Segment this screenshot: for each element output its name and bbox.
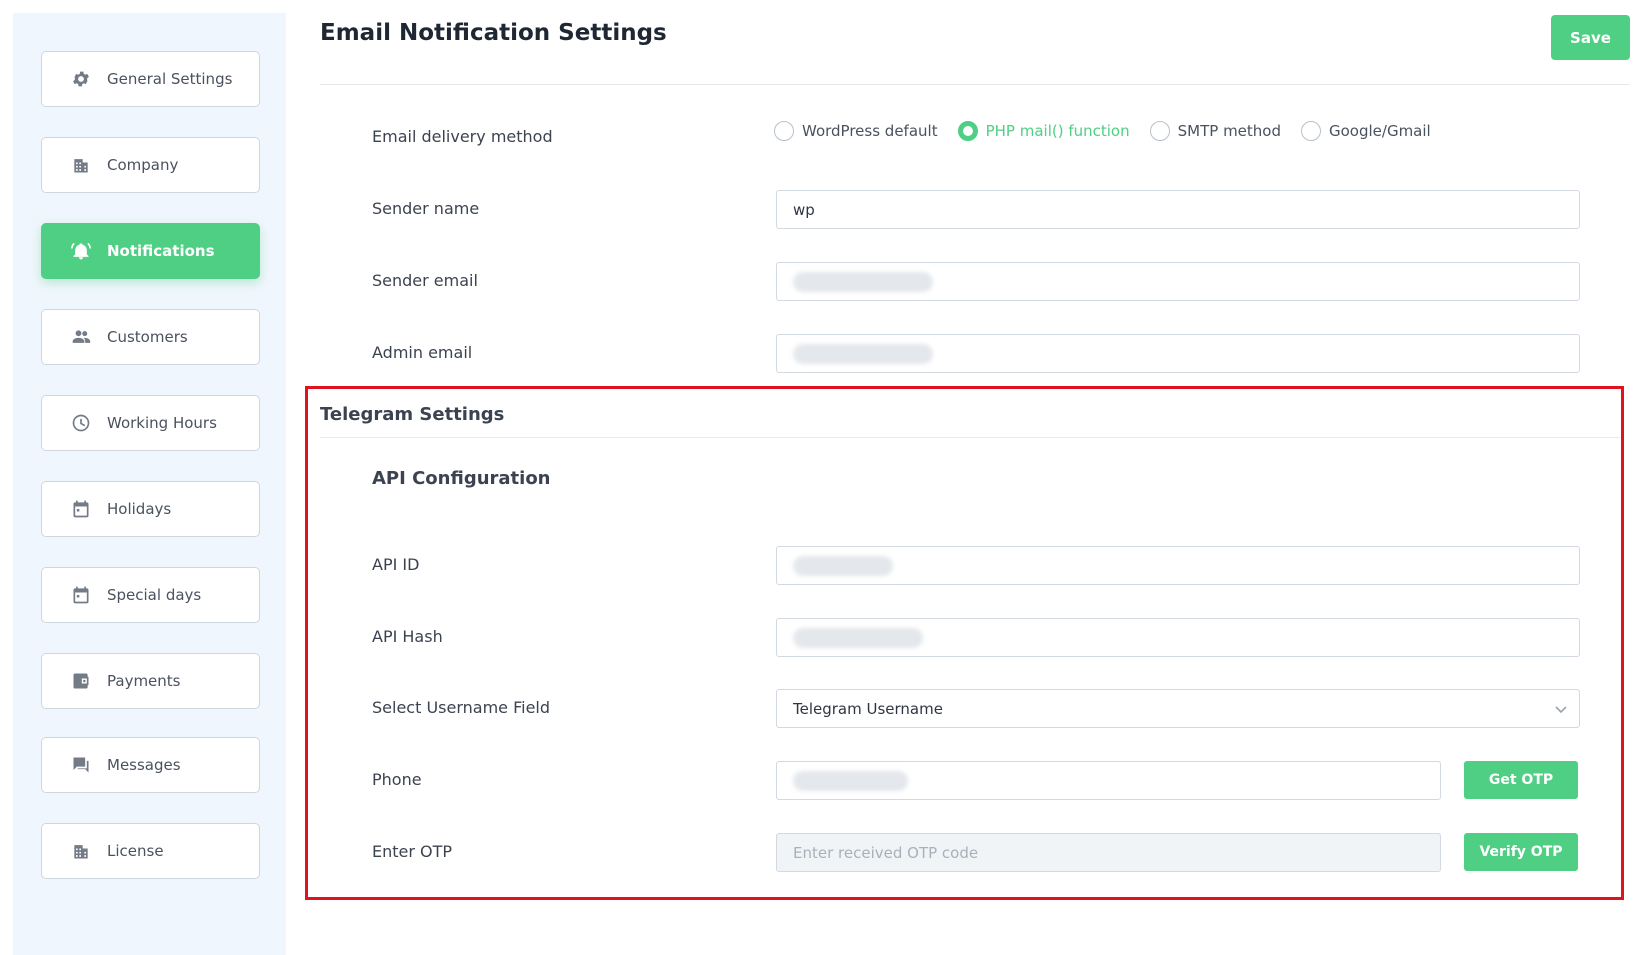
redacted-value <box>793 555 893 576</box>
sidebar-item-label: Special days <box>107 586 202 604</box>
redacted-value <box>793 271 933 292</box>
otp-label: Enter OTP <box>372 842 453 861</box>
sidebar-item-company[interactable]: Company <box>41 137 260 193</box>
sidebar-item-license[interactable]: License <box>41 823 260 879</box>
username-field-select[interactable]: Telegram Username <box>776 689 1580 728</box>
calendar-icon <box>70 584 92 606</box>
sidebar-item-messages[interactable]: Messages <box>41 737 260 793</box>
radio-smtp-method[interactable]: SMTP method <box>1149 121 1281 141</box>
sidebar-item-label: Company <box>107 156 179 174</box>
redacted-value <box>793 770 908 791</box>
telegram-divider <box>320 437 1620 438</box>
redacted-value <box>793 627 923 648</box>
delivery-method-radio-group: WordPress default PHP mail() function SM… <box>774 121 1451 141</box>
wallet-icon <box>70 670 92 692</box>
calendar-icon <box>70 498 92 520</box>
sender-name-label: Sender name <box>372 199 480 218</box>
sidebar-item-label: General Settings <box>107 70 233 88</box>
phone-input[interactable] <box>776 761 1441 800</box>
radio-circle[interactable] <box>957 121 978 141</box>
sidebar-item-label: Notifications <box>107 242 215 260</box>
sidebar-item-working-hours[interactable]: Working Hours <box>41 395 260 451</box>
sender-email-input[interactable] <box>776 262 1580 301</box>
api-configuration-title: API Configuration <box>372 468 551 489</box>
sender-name-value: wp <box>793 200 815 219</box>
get-otp-button[interactable]: Get OTP <box>1464 761 1578 799</box>
username-field-value: Telegram Username <box>793 699 943 718</box>
phone-label: Phone <box>372 770 422 789</box>
clock-icon <box>70 412 92 434</box>
building-icon <box>70 154 92 176</box>
radio-label: SMTP method <box>1177 122 1281 140</box>
sidebar-item-label: License <box>107 842 164 860</box>
save-button[interactable]: Save <box>1551 15 1630 60</box>
sidebar-item-label: Messages <box>107 756 181 774</box>
otp-input[interactable]: Enter received OTP code <box>776 833 1441 872</box>
sidebar-item-label: Customers <box>107 328 188 346</box>
radio-circle[interactable] <box>774 121 794 141</box>
admin-email-input[interactable] <box>776 334 1580 373</box>
admin-email-label: Admin email <box>372 343 473 362</box>
radio-label: WordPress default <box>802 122 938 140</box>
chevron-down-icon <box>1553 701 1569 717</box>
sidebar-item-label: Working Hours <box>107 414 217 432</box>
sidebar-item-payments[interactable]: Payments <box>41 653 260 709</box>
radio-label: Google/Gmail <box>1329 122 1431 140</box>
api-id-label: API ID <box>372 555 420 574</box>
sidebar-item-label: Payments <box>107 672 181 690</box>
api-hash-input[interactable] <box>776 618 1580 657</box>
sidebar-item-customers[interactable]: Customers <box>41 309 260 365</box>
header-divider <box>320 84 1630 85</box>
radio-wordpress-default[interactable]: WordPress default <box>774 121 938 141</box>
api-hash-label: API Hash <box>372 627 443 646</box>
username-field-label: Select Username Field <box>372 698 551 717</box>
redacted-value <box>793 343 933 364</box>
sidebar-item-special-days[interactable]: Special days <box>41 567 260 623</box>
gear-icon <box>70 68 92 90</box>
page-title: Email Notification Settings <box>320 20 667 46</box>
sidebar-item-notifications[interactable]: Notifications <box>41 223 260 279</box>
verify-otp-button[interactable]: Verify OTP <box>1464 833 1578 871</box>
sender-name-input[interactable]: wp <box>776 190 1580 229</box>
radio-label: PHP mail() function <box>985 122 1130 140</box>
radio-circle[interactable] <box>1301 121 1321 141</box>
sidebar-item-label: Holidays <box>107 500 172 518</box>
telegram-section-title: Telegram Settings <box>320 404 505 425</box>
radio-php-mail[interactable]: PHP mail() function <box>957 121 1130 141</box>
api-id-input[interactable] <box>776 546 1580 585</box>
sidebar-item-general-settings[interactable]: General Settings <box>41 51 260 107</box>
sidebar-item-holidays[interactable]: Holidays <box>41 481 260 537</box>
radio-circle[interactable] <box>1149 121 1170 141</box>
bell-icon <box>70 240 92 262</box>
delivery-method-label: Email delivery method <box>372 127 553 146</box>
building-icon <box>70 840 92 862</box>
users-icon <box>70 326 92 348</box>
otp-placeholder: Enter received OTP code <box>793 843 979 862</box>
radio-google-gmail[interactable]: Google/Gmail <box>1301 121 1431 141</box>
sender-email-label: Sender email <box>372 271 478 290</box>
settings-sidebar: General Settings Company Notifications C… <box>13 13 286 955</box>
chat-icon <box>70 754 92 776</box>
